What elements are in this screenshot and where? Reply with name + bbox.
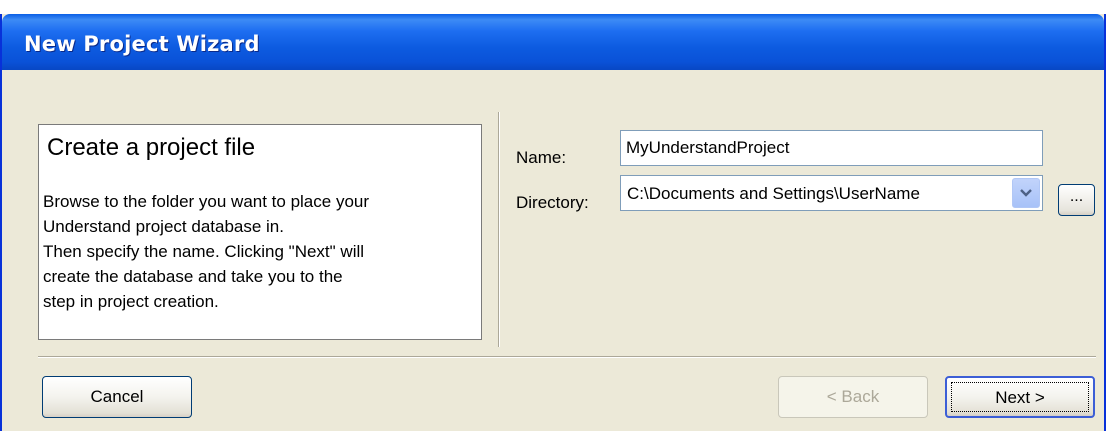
name-label: Name: — [516, 148, 567, 167]
vertical-divider — [498, 112, 500, 347]
next-button[interactable]: Next > — [945, 376, 1095, 418]
back-button[interactable]: < Back — [778, 376, 928, 418]
name-field[interactable]: MyUnderstandProject — [620, 130, 1043, 166]
title-bar[interactable]: New Project Wizard — [2, 14, 1104, 70]
wizard-window: New Project Wizard Create a project file… — [0, 14, 1106, 431]
info-description: Browse to the folder you want to place y… — [43, 192, 370, 311]
browse-button[interactable]: ... — [1058, 184, 1095, 216]
info-heading: Create a project file — [47, 134, 256, 161]
directory-label: Directory: — [516, 193, 589, 212]
cancel-button[interactable]: Cancel — [42, 376, 192, 418]
chevron-down-icon — [1020, 189, 1032, 197]
window-title: New Project Wizard — [24, 32, 260, 56]
directory-combobox[interactable]: C:\Documents and Settings\UserName — [620, 175, 1043, 211]
directory-value: C:\Documents and Settings\UserName — [627, 184, 920, 203]
next-button-label: Next > — [951, 382, 1089, 412]
horizontal-divider — [38, 356, 1096, 358]
info-panel: Create a project file Browse to the fold… — [38, 124, 482, 340]
dropdown-button[interactable] — [1012, 178, 1040, 208]
